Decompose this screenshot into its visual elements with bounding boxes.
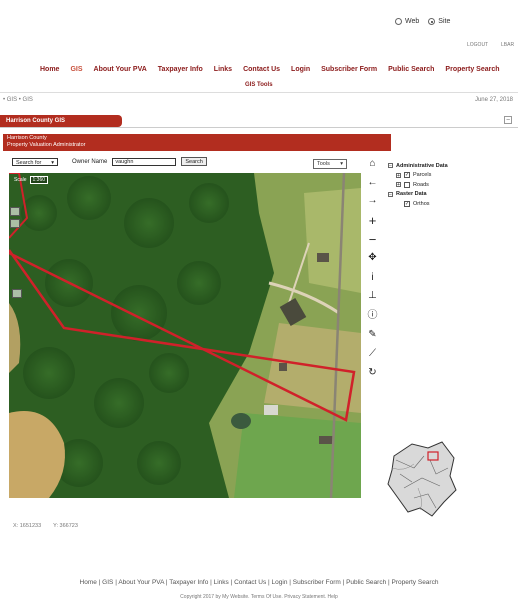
tools-label: Tools: [317, 161, 330, 167]
coordinate-readout: X: 1651233 Y: 366723: [13, 523, 78, 529]
parcels-checkbox[interactable]: ✓: [404, 172, 410, 179]
legend-layer-name: Parcels: [413, 172, 432, 179]
select-icon[interactable]: ⊥: [366, 289, 379, 302]
owner-name-label: Owner Name: [72, 158, 108, 165]
county-outline: [387, 441, 457, 517]
copyright: Copyright 2017 by My Website. Terms Of U…: [180, 594, 338, 600]
site-radio[interactable]: [428, 18, 436, 25]
nav-property-search[interactable]: Property Search: [445, 66, 499, 73]
y-coordinate: Y: 366723: [53, 523, 78, 529]
layer-tool-icon[interactable]: [10, 219, 20, 228]
subnav-gis-tools[interactable]: GIS Tools: [245, 82, 273, 88]
identify-icon[interactable]: i: [366, 271, 379, 284]
legend-group-title: Administrative Data: [396, 162, 448, 169]
banner-pva: Property Valuation Administrator: [7, 142, 86, 148]
legend-layer-name: Orthos: [413, 200, 430, 207]
logout-link[interactable]: LOGOUT: [467, 42, 488, 48]
measure-icon[interactable]: ✎: [366, 328, 379, 341]
refresh-icon[interactable]: ↻: [366, 366, 379, 379]
collapse-icon[interactable]: −: [504, 116, 512, 124]
forward-arrow-icon[interactable]: →: [366, 194, 379, 207]
scale-value[interactable]: 1:360: [29, 176, 49, 184]
roads-checkbox[interactable]: [404, 181, 410, 188]
x-coordinate: X: 1651233: [13, 523, 42, 529]
panel-title: Harrison County GIS: [0, 115, 122, 127]
owner-name-input[interactable]: vaughn: [112, 157, 177, 166]
collapse-icon[interactable]: −: [388, 191, 393, 197]
breadcrumb[interactable]: • GIS • GIS: [3, 97, 33, 103]
identify-tool-icon[interactable]: [10, 207, 20, 216]
main-nav: Home GIS About Your PVA Taxpayer Info Li…: [40, 66, 500, 73]
aerial-imagery: [9, 173, 361, 498]
legend-group[interactable]: − Raster Data: [388, 190, 448, 200]
scale-indicator: Scale 1:360: [14, 176, 49, 184]
chevron-down-icon: ▾: [340, 161, 343, 167]
divider: [0, 92, 518, 93]
nav-subscriber[interactable]: Subscriber Form: [321, 66, 377, 73]
banner-county: Harrison County: [7, 135, 47, 141]
home-icon[interactable]: ⌂: [366, 157, 379, 170]
date-label: June 27, 2018: [474, 97, 513, 103]
back-arrow-icon[interactable]: ←: [366, 176, 379, 189]
web-radio-label: Web: [405, 18, 420, 25]
lbar-link[interactable]: LBAR: [501, 42, 514, 48]
search-button[interactable]: Search: [181, 157, 207, 166]
overview-toggle-icon[interactable]: [12, 289, 22, 298]
overview-map[interactable]: [384, 438, 460, 518]
expand-icon[interactable]: +: [396, 182, 401, 188]
web-radio[interactable]: [395, 18, 402, 25]
scale-label: Scale: [14, 177, 27, 183]
pan-icon[interactable]: ✥: [366, 251, 379, 264]
zoom-in-icon[interactable]: +: [366, 213, 379, 228]
footer-links[interactable]: Home | GIS | About Your PVA | Taxpayer I…: [0, 579, 518, 586]
chevron-down-icon: ▾: [51, 159, 54, 166]
orthos-checkbox[interactable]: ✓: [404, 200, 410, 207]
search-type-select[interactable]: Search for ▾: [12, 157, 58, 166]
nav-home[interactable]: Home: [40, 66, 59, 73]
layer-legend: − Administrative Data + ✓ Parcels + Road…: [388, 161, 448, 209]
nav-about[interactable]: About Your PVA: [94, 66, 147, 73]
legend-layer[interactable]: + Roads: [388, 180, 448, 190]
nav-links[interactable]: Links: [214, 66, 232, 73]
legend-group-title: Raster Data: [396, 191, 427, 198]
search-type-value: Search for: [16, 159, 42, 166]
zoom-out-icon[interactable]: −: [366, 232, 379, 247]
info-icon[interactable]: ⓘ: [366, 307, 379, 321]
map-mini-tools: [10, 207, 20, 228]
tools-dropdown[interactable]: Tools ▾: [313, 159, 347, 169]
map-view[interactable]: [9, 173, 361, 498]
county-banner: Harrison County Property Valuation Admin…: [3, 134, 391, 151]
divider: [0, 127, 518, 128]
search-bar: Search for ▾ Owner Name vaughn Search: [12, 157, 207, 166]
nav-contact[interactable]: Contact Us: [243, 66, 280, 73]
view-toggle: Web Site: [395, 18, 450, 25]
nav-taxpayer[interactable]: Taxpayer Info: [158, 66, 203, 73]
legend-layer[interactable]: + ✓ Parcels: [388, 171, 448, 181]
legend-layer-name: Roads: [413, 181, 429, 188]
legend-layer[interactable]: ✓ Orthos: [388, 199, 448, 209]
draw-icon[interactable]: ⟋: [366, 347, 379, 360]
expand-icon[interactable]: +: [396, 172, 401, 178]
legend-group[interactable]: − Administrative Data: [388, 161, 448, 171]
collapse-icon[interactable]: −: [388, 163, 393, 169]
nav-login[interactable]: Login: [291, 66, 310, 73]
nav-public-search[interactable]: Public Search: [388, 66, 434, 73]
site-radio-label: Site: [438, 18, 451, 25]
nav-gis[interactable]: GIS: [70, 66, 82, 73]
